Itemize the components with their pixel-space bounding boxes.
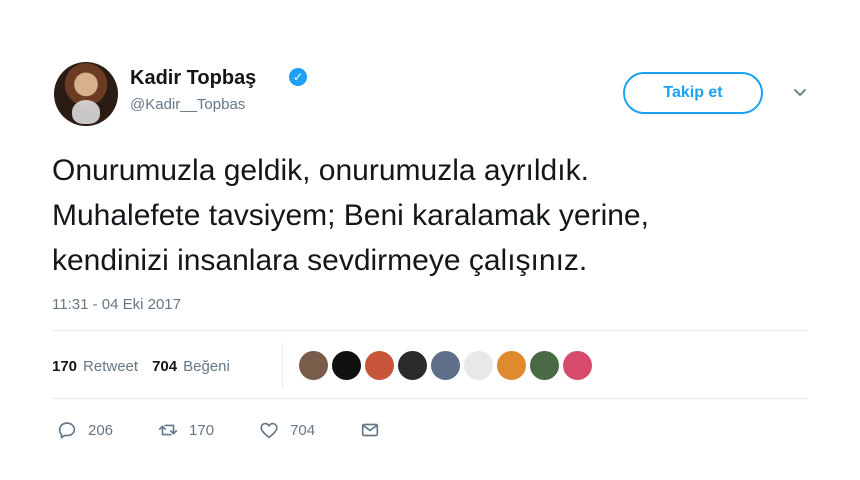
- retweet-count: 170: [189, 421, 215, 439]
- reply-button[interactable]: 206: [56, 419, 113, 441]
- tweet-timestamp[interactable]: 11:31 - 04 Eki 2017: [52, 296, 181, 313]
- like-count: 704: [290, 421, 316, 439]
- like-stat[interactable]: 704 Beğeni: [152, 358, 230, 375]
- avatar[interactable]: [54, 62, 118, 126]
- retweet-stat-count: 170: [52, 357, 78, 375]
- tweet-card: Kadir Topbaş ✓ @Kadir__Topbas Takip et O…: [0, 0, 860, 480]
- envelope-icon: [361, 423, 379, 437]
- retweet-button[interactable]: 170: [157, 419, 214, 441]
- chevron-down-icon[interactable]: [792, 84, 808, 100]
- divider: [52, 398, 808, 399]
- liker-avatar[interactable]: [562, 350, 593, 381]
- like-stat-count: 704: [152, 357, 178, 375]
- reply-count: 206: [88, 421, 114, 439]
- liker-avatar[interactable]: [463, 350, 494, 381]
- liker-avatars: [298, 350, 593, 382]
- liker-avatar[interactable]: [298, 350, 329, 381]
- direct-message-button[interactable]: [359, 419, 381, 441]
- like-stat-label: Beğeni: [183, 357, 230, 375]
- retweet-stat[interactable]: 170 Retweet: [52, 358, 138, 375]
- liker-avatar[interactable]: [364, 350, 395, 381]
- stats-divider: [282, 342, 283, 388]
- divider: [52, 330, 808, 331]
- retweet-icon: [158, 424, 178, 436]
- verified-badge-icon: ✓: [289, 68, 307, 86]
- liker-avatar[interactable]: [397, 350, 428, 381]
- author-name[interactable]: Kadir Topbaş: [130, 66, 256, 90]
- follow-button[interactable]: Takip et: [623, 72, 763, 114]
- liker-avatar[interactable]: [331, 350, 362, 381]
- author-handle[interactable]: @Kadir__Topbas: [130, 96, 245, 113]
- liker-avatar[interactable]: [496, 350, 527, 381]
- tweet-text: Onurumuzla geldik, onurumuzla ayrıldık. …: [52, 154, 649, 277]
- reply-icon: [58, 422, 76, 439]
- tweet-stats: 170 Retweet 704 Beğeni: [52, 352, 244, 380]
- like-button[interactable]: 704: [258, 419, 315, 441]
- tweet-actions: 206 170 704: [56, 418, 381, 442]
- heart-icon: [260, 422, 278, 439]
- retweet-stat-label: Retweet: [83, 357, 139, 375]
- liker-avatar[interactable]: [430, 350, 461, 381]
- liker-avatar[interactable]: [529, 350, 560, 381]
